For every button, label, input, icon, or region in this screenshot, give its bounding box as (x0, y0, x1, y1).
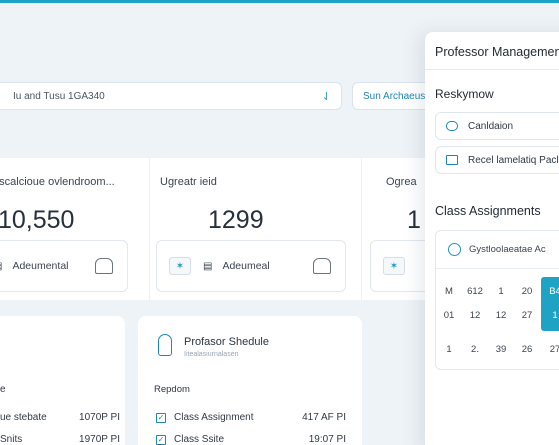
star-badge-icon: ✶ (383, 257, 405, 275)
assignments-calendar: Gystloolaeatae Ac M 612 1 20 B4 01 12 12 27 1 1 2. 3… (435, 230, 559, 370)
stat-footer[interactable]: ▤ Adeumental (0, 240, 128, 292)
schedule-card-left: e ue stebate 1070P PI Snits 1970P PI (0, 316, 125, 445)
calendar-cell[interactable]: M (436, 286, 462, 297)
panel-section-label: Class Assignments (435, 204, 541, 218)
checkbox-icon[interactable]: ✓ (156, 412, 166, 423)
list-item-time: 417 AF PI (302, 412, 346, 423)
card-section-label: e (0, 384, 6, 395)
calendar-cell[interactable]: 01 (436, 310, 462, 321)
calendar-cell[interactable]: 2. (462, 344, 488, 355)
panel-section-label: Reskymow (435, 87, 494, 101)
document-icon: ▤ (203, 260, 213, 272)
stat-footer-label: Adeumeal (222, 260, 270, 272)
calendar-cell[interactable]: 26 (514, 344, 540, 355)
divider (425, 69, 559, 70)
calendar-cell[interactable]: 39 (488, 344, 514, 355)
calendar-cell[interactable]: 612 (462, 286, 488, 297)
search-value: Iu and Tusu 1GA340 (13, 90, 105, 102)
panel-title: Professor Management (435, 45, 559, 59)
mail-icon (446, 155, 458, 165)
list-item[interactable]: Snits 1970P PI (0, 434, 120, 445)
list-item-label: Class Ssite (174, 434, 225, 445)
list-item-label: Snits (0, 434, 23, 445)
list-item[interactable]: ✓ Class Ssite 19:07 PI (156, 434, 346, 445)
circle-icon (446, 121, 458, 131)
checkbox-icon[interactable]: ✓ (156, 434, 166, 445)
calendar-cell[interactable]: 1 (488, 286, 514, 297)
panel-item[interactable]: Canldaion (435, 112, 559, 140)
calendar-cell[interactable]: 27 (542, 344, 559, 355)
panel-item[interactable]: Recel lamelatiq Pacle (435, 146, 559, 174)
lock-icon (95, 258, 113, 274)
calendar-header-label: Gystloolaeatae Ac (469, 244, 546, 255)
panel-item-label: Canldaion (468, 120, 514, 132)
calendar-cell[interactable]: 20 (514, 286, 540, 297)
calendar-cell[interactable]: 1 (542, 310, 559, 321)
list-item-label: ue stebate (0, 412, 47, 423)
stat-classes: Ugreatr ieid 1299 ✶ ▤ Adeumeal (150, 158, 360, 300)
calendar-cell[interactable]: 12 (462, 310, 488, 321)
list-item-time: 1970P PI (79, 434, 120, 445)
stat-label: Ogrea (386, 176, 417, 188)
circle-icon (448, 243, 461, 256)
calendar-header[interactable]: Gystloolaeatae Ac (436, 231, 559, 269)
stat-total: Inscalcioue ovlendroom... 10,550 ▤ Adeum… (0, 158, 140, 300)
calendar-cell[interactable]: B4 (542, 286, 559, 297)
list-item-time: 1070P PI (79, 412, 120, 423)
professor-schedule-card: Profasor Shedule Iitealasiurnalasen Repd… (138, 316, 362, 445)
document-icon: ▤ (0, 261, 2, 272)
stats-card: Inscalcioue ovlendroom... 10,550 ▤ Adeum… (0, 158, 460, 300)
list-item-label: Class Assignment (174, 412, 254, 423)
stat-label: Inscalcioue ovlendroom... (0, 176, 115, 188)
star-badge-icon: ✶ (169, 257, 191, 275)
stat-label: Ugreatr ieid (160, 176, 217, 188)
list-item[interactable]: ✓ Class Assignment 417 AF PI (156, 412, 346, 423)
stat-value: 1 (407, 206, 421, 234)
panel-item-label: Recel lamelatiq Pacle (468, 154, 559, 166)
stat-footer[interactable]: ✶ ▤ Adeumeal (156, 240, 346, 292)
calendar-cell[interactable]: 12 (488, 310, 514, 321)
card-title: Profasor Shedule (184, 336, 269, 348)
stat-value: 10,550 (0, 206, 75, 234)
lock-icon (313, 258, 331, 274)
stat-value: 1299 (208, 206, 264, 234)
user-icon (158, 334, 172, 356)
list-item-time: 19:07 PI (308, 434, 346, 445)
search-button[interactable]: Sun Archaeus (352, 82, 436, 110)
search-input[interactable]: Iu and Tusu 1GA340 ⇃ (0, 82, 342, 110)
list-item[interactable]: ue stebate 1070P PI (0, 412, 120, 423)
stat-footer-label: Adeumental (12, 260, 69, 272)
calendar-cell[interactable]: 1 (436, 344, 462, 355)
card-section-label: Repdom (154, 384, 190, 395)
professor-management-panel: Professor Management Reskymow Canldaion … (425, 32, 559, 445)
calendar-cell[interactable]: 27 (514, 310, 540, 321)
top-accent-bar (0, 0, 559, 3)
search-cursor-icon: ⇃ (321, 90, 331, 103)
card-subtitle: Iitealasiurnalasen (184, 351, 239, 358)
